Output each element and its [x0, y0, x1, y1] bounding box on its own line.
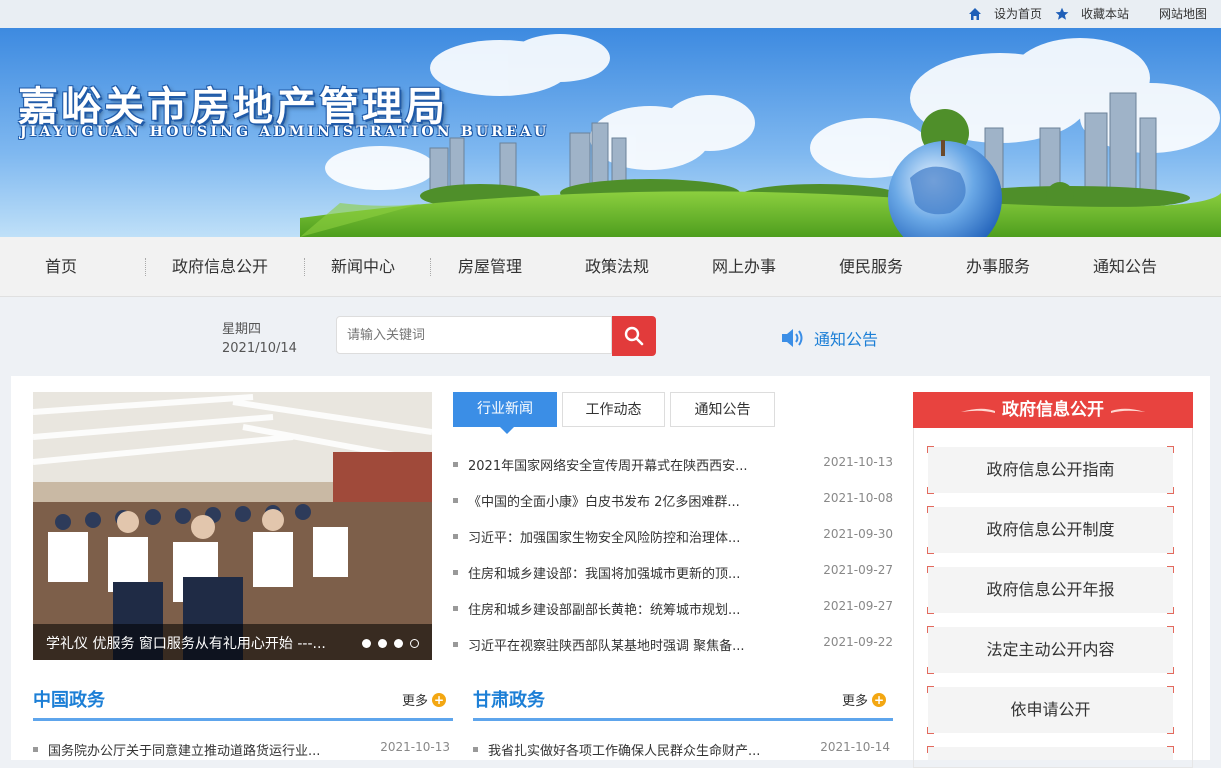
- gansu-gov-title[interactable]: 甘肃政务: [473, 686, 545, 712]
- bullet-icon: [453, 462, 458, 467]
- nav-item-housing[interactable]: 房屋管理: [445, 237, 535, 296]
- bullet-icon: [33, 747, 38, 752]
- more-label: 更多: [842, 694, 869, 709]
- meeting-photo: [33, 392, 432, 660]
- search-icon: [624, 326, 644, 346]
- news-date: 2021-09-30: [823, 527, 893, 541]
- news-list-item[interactable]: 习近平：加强国家生物安全风险防控和治理体... 2021-09-30: [453, 527, 893, 547]
- favorite-link[interactable]: 收藏本站: [1055, 5, 1129, 22]
- date-label: 2021/10/14: [222, 341, 297, 356]
- bullet-icon: [453, 534, 458, 539]
- search-input[interactable]: [336, 316, 612, 354]
- nav-item-gov-info[interactable]: 政府信息公开: [160, 237, 280, 296]
- gov-info-title: 政府信息公开: [1002, 400, 1104, 420]
- news-list-item[interactable]: 《中国的全面小康》白皮书发布 2亿多困难群... 2021-10-08: [453, 491, 893, 511]
- gov-info-annual-report-button[interactable]: 政府信息公开年报: [927, 566, 1174, 614]
- slide-dot-2[interactable]: [378, 639, 387, 648]
- nav-item-online-service[interactable]: 网上办事: [699, 237, 789, 296]
- ornament-left-icon: [961, 408, 995, 413]
- gov-info-item-label: 政府信息公开年报: [986, 580, 1115, 599]
- star-icon: [1055, 7, 1069, 20]
- notice-link[interactable]: 通知公告: [780, 326, 878, 350]
- news-list-item[interactable]: 我省扎实做好各项工作确保人民群众生命财产... 2021-10-14: [473, 740, 890, 760]
- news-list-item[interactable]: 住房和城乡建设部：我国将加强城市更新的顶... 2021-09-27: [453, 563, 893, 583]
- more-label: 更多: [402, 694, 429, 709]
- nav-separator: [145, 258, 146, 276]
- news-date: 2021-09-22: [823, 635, 893, 649]
- china-gov-title[interactable]: 中国政务: [33, 686, 105, 712]
- news-title[interactable]: 《中国的全面小康》白皮书发布 2亿多困难群...: [468, 491, 768, 510]
- bullet-icon: [453, 606, 458, 611]
- news-title[interactable]: 2021年国家网络安全宣传周开幕式在陕西西安...: [468, 455, 768, 474]
- news-date: 2021-10-08: [823, 491, 893, 505]
- news-date: 2021-10-14: [820, 740, 890, 754]
- section-divider: [473, 718, 893, 721]
- home-icon: [969, 7, 981, 20]
- set-home-link[interactable]: 设为首页: [968, 5, 1042, 22]
- gov-info-item-label: 政府信息公开制度: [986, 520, 1115, 539]
- bullet-icon: [453, 498, 458, 503]
- site-subtitle: JIAYUGUAN HOUSING ADMINISTRATION BUREAU: [20, 124, 550, 140]
- tab-notices[interactable]: 通知公告: [670, 392, 775, 427]
- news-list-item[interactable]: 国务院办公厅关于同意建立推动道路货运行业... 2021-10-13: [33, 740, 450, 760]
- nav-item-public-service[interactable]: 便民服务: [826, 237, 916, 296]
- nav-separator: [304, 258, 305, 276]
- tab-industry-news[interactable]: 行业新闻: [453, 392, 557, 427]
- news-list-item[interactable]: 住房和城乡建设部副部长黄艳：统筹城市规划... 2021-09-27: [453, 599, 893, 619]
- ornament-right-icon: [1111, 408, 1145, 413]
- news-slide-photo[interactable]: [33, 392, 432, 660]
- slide-dot-3[interactable]: [394, 639, 403, 648]
- news-title[interactable]: 习近平：加强国家生物安全风险防控和治理体...: [468, 527, 768, 546]
- gov-info-guide-button[interactable]: 政府信息公开指南: [927, 446, 1174, 494]
- tab-work-updates[interactable]: 工作动态: [562, 392, 665, 427]
- gov-info-system-button[interactable]: 政府信息公开制度: [927, 506, 1174, 554]
- nav-item-notice[interactable]: 通知公告: [1080, 237, 1170, 296]
- sitemap-link[interactable]: 网站地图: [1159, 5, 1207, 22]
- slide-dot-1[interactable]: [362, 639, 371, 648]
- main-navigation: 首页 政府信息公开 新闻中心 房屋管理 政策法规 网上办事 便民服务 办事服务 …: [0, 237, 1221, 297]
- gov-info-next-button[interactable]: [927, 746, 1174, 760]
- gov-info-item-label: 政府信息公开指南: [986, 460, 1115, 479]
- bullet-icon: [473, 747, 478, 752]
- gov-info-item-label: 法定主动公开内容: [986, 640, 1115, 659]
- gov-info-item-label: 依申请公开: [1010, 700, 1091, 719]
- nav-item-policy[interactable]: 政策法规: [572, 237, 662, 296]
- slide-dot-4[interactable]: [410, 639, 419, 648]
- news-title[interactable]: 习近平在视察驻陕西部队某基地时强调 聚焦备...: [468, 635, 768, 654]
- set-home-label: 设为首页: [994, 7, 1043, 21]
- nav-separator: [430, 258, 431, 276]
- bullet-icon: [453, 642, 458, 647]
- news-title[interactable]: 住房和城乡建设部：我国将加强城市更新的顶...: [468, 563, 768, 582]
- news-title[interactable]: 住房和城乡建设部副部长黄艳：统筹城市规划...: [468, 599, 768, 618]
- gov-info-statutory-button[interactable]: 法定主动公开内容: [927, 626, 1174, 674]
- gov-info-header: 政府信息公开: [913, 392, 1193, 428]
- news-list-item[interactable]: 2021年国家网络安全宣传周开幕式在陕西西安... 2021-10-13: [453, 455, 893, 475]
- plus-circle-icon: +: [432, 692, 447, 707]
- notice-link-label: 通知公告: [814, 330, 879, 349]
- gov-info-request-button[interactable]: 依申请公开: [927, 686, 1174, 734]
- news-title[interactable]: 国务院办公厅关于同意建立推动道路货运行业...: [48, 740, 348, 759]
- nav-item-affairs[interactable]: 办事服务: [953, 237, 1043, 296]
- active-tab-indicator: [500, 427, 514, 434]
- favorite-label: 收藏本站: [1081, 7, 1130, 21]
- nav-item-home[interactable]: 首页: [20, 237, 102, 296]
- news-date: 2021-10-13: [823, 455, 893, 469]
- weekday-label: 星期四: [222, 322, 262, 337]
- news-title[interactable]: 我省扎实做好各项工作确保人民群众生命财产...: [488, 740, 788, 759]
- sitemap-label: 网站地图: [1159, 7, 1208, 21]
- section-divider: [33, 718, 453, 721]
- search-button[interactable]: [612, 316, 656, 356]
- news-date: 2021-09-27: [823, 599, 893, 613]
- china-gov-more-link[interactable]: 更多 +: [402, 690, 447, 709]
- news-date: 2021-09-27: [823, 563, 893, 577]
- slide-caption[interactable]: 学礼仪 优服务 窗口服务从有礼用心开始 ---...: [46, 633, 331, 653]
- current-date: 星期四 2021/10/14: [222, 320, 297, 358]
- news-list-item[interactable]: 习近平在视察驻陕西部队某基地时强调 聚焦备... 2021-09-22: [453, 635, 893, 655]
- nav-item-news[interactable]: 新闻中心: [318, 237, 408, 296]
- bullet-icon: [453, 570, 458, 575]
- speaker-icon: [782, 329, 803, 347]
- news-date: 2021-10-13: [380, 740, 450, 754]
- plus-circle-icon: +: [872, 692, 887, 707]
- gansu-gov-more-link[interactable]: 更多 +: [842, 690, 887, 709]
